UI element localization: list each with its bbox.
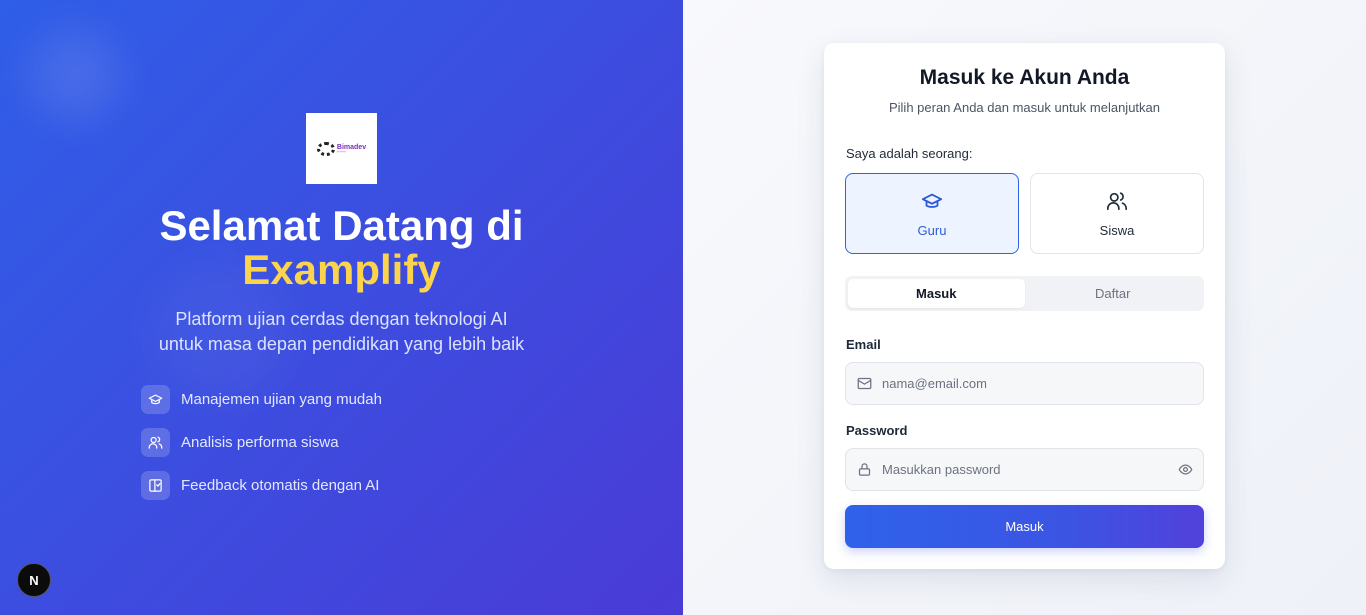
users-icon: [141, 428, 170, 457]
hero-panel: Bimadev ━━━━━ Selamat Datang di Examplif…: [0, 0, 683, 615]
book-check-icon: [141, 471, 170, 500]
feature-item: Feedback otomatis dengan AI: [141, 471, 379, 500]
logo-mark: Bimadev ━━━━━: [316, 141, 366, 156]
hero-brand-name: Examplify: [242, 246, 441, 293]
email-label: Email: [846, 337, 881, 352]
feature-item: Manajemen ujian yang mudah: [141, 385, 382, 414]
hero-subtitle: Platform ujian cerdas dengan teknologi A…: [0, 307, 683, 357]
role-option-label: Guru: [917, 222, 947, 238]
role-option-guru[interactable]: Guru: [845, 173, 1019, 254]
password-label: Password: [846, 423, 908, 438]
feature-label: Feedback otomatis dengan AI: [181, 477, 380, 494]
email-field: [845, 362, 1204, 405]
password-field: [845, 448, 1204, 491]
logo-wordmark: Bimadev ━━━━━: [337, 144, 366, 154]
logo-tagline-mark: ━━━━━: [336, 149, 346, 154]
dev-tools-badge[interactable]: N: [17, 563, 51, 597]
password-input[interactable]: [882, 449, 1167, 490]
card-title: Masuk ke Akun Anda: [919, 66, 1130, 89]
role-option-siswa[interactable]: Siswa: [1030, 173, 1204, 254]
feature-label: Analisis performa siswa: [181, 434, 339, 451]
email-input[interactable]: [882, 363, 1203, 404]
hero-title: Selamat Datang di: [159, 202, 524, 249]
mail-icon: [846, 376, 882, 391]
graduation-cap-icon: [141, 385, 170, 414]
tab-masuk[interactable]: Masuk: [848, 279, 1025, 308]
auth-tabs: Masuk Daftar: [845, 276, 1204, 311]
decorative-glow: [30, 30, 120, 120]
feature-label: Manajemen ujian yang mudah: [181, 391, 382, 408]
role-label: Saya adalah seorang:: [846, 146, 973, 161]
tab-daftar[interactable]: Daftar: [1025, 279, 1202, 308]
submit-button[interactable]: Masuk: [845, 505, 1204, 548]
users-icon: [1106, 190, 1128, 215]
role-option-label: Siswa: [1099, 222, 1135, 238]
feature-item: Analisis performa siswa: [141, 428, 339, 457]
login-card: Masuk ke Akun Anda Pilih peran Anda dan …: [824, 43, 1225, 569]
card-subtitle: Pilih peran Anda dan masuk untuk melanju…: [888, 100, 1160, 115]
hero-subtitle-line: Platform ujian cerdas dengan teknologi A…: [175, 309, 508, 329]
eye-icon[interactable]: [1167, 462, 1203, 477]
hero-subtitle-line: untuk masa depan pendidikan yang lebih b…: [158, 334, 525, 354]
lock-icon: [846, 462, 882, 477]
logo-ring-icon: [316, 141, 335, 156]
graduation-cap-icon: [921, 190, 943, 215]
app-logo: Bimadev ━━━━━: [306, 113, 377, 184]
